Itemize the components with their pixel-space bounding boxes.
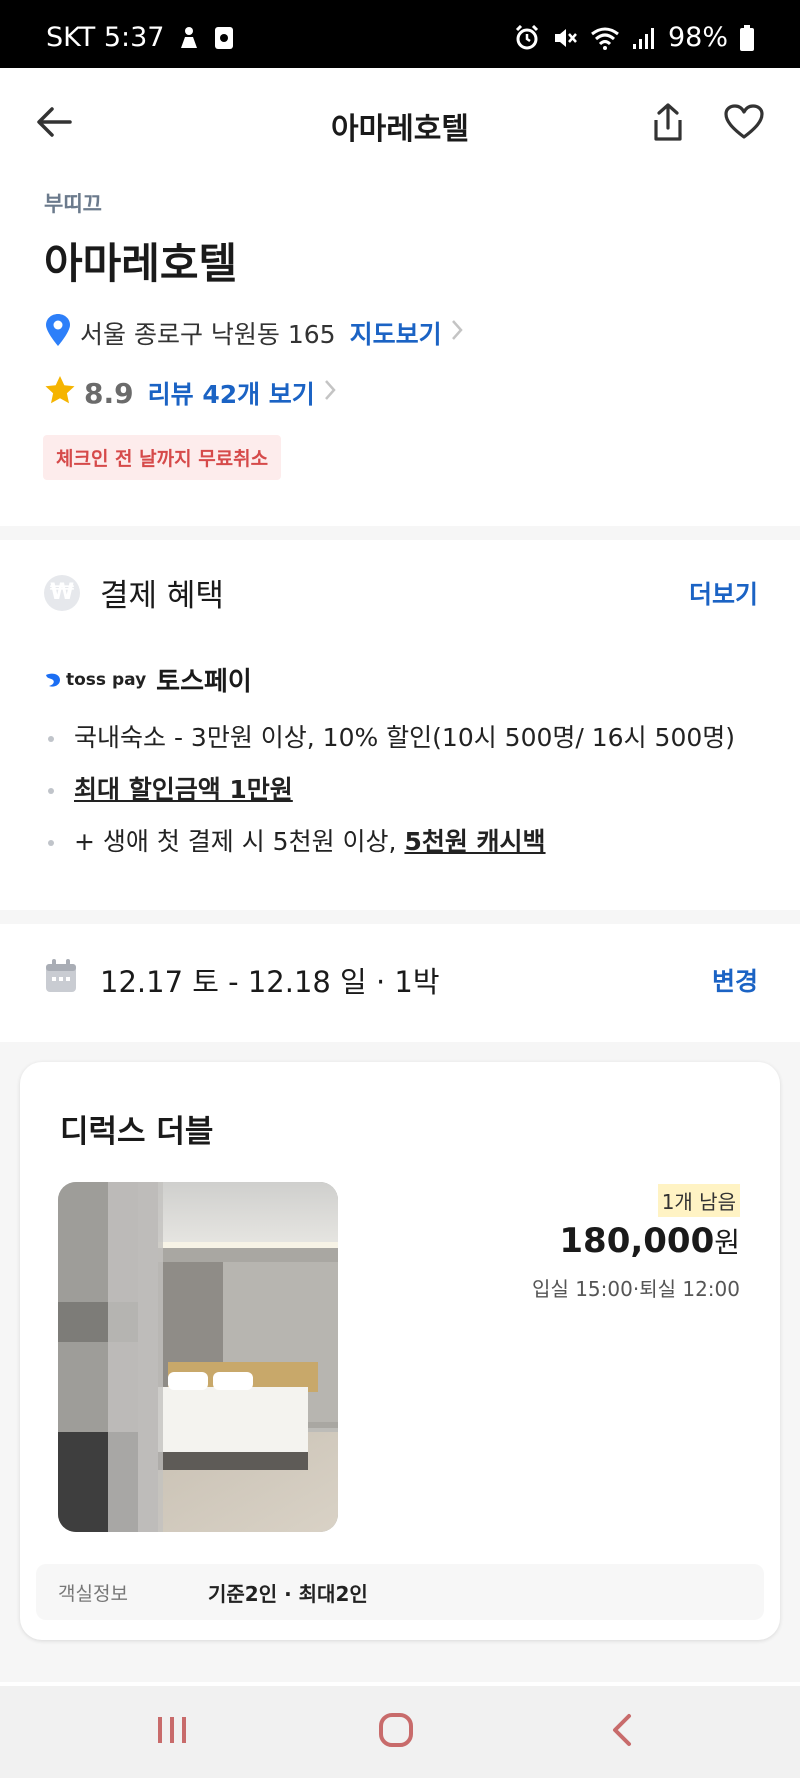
change-dates-button[interactable]: 변경 <box>712 962 758 998</box>
chevron-right-icon <box>450 318 464 348</box>
share-button[interactable] <box>646 102 690 146</box>
stay-dates: 12.17 토 - 12.18 일 · 1박 <box>100 964 440 999</box>
person-icon <box>178 26 200 50</box>
heart-icon <box>724 104 764 144</box>
recents-button[interactable] <box>142 1706 202 1758</box>
recorder-icon <box>214 26 234 50</box>
section-divider <box>0 526 800 540</box>
rating-row: 8.9 리뷰 42개 보기 <box>44 375 764 411</box>
battery-percent: 98% <box>667 22 728 53</box>
like-button[interactable] <box>722 102 766 146</box>
stay-dates-row: 12.17 토 - 12.18 일 · 1박 변경 <box>44 958 758 1001</box>
toss-pay-logo: toss pay <box>44 670 146 690</box>
status-bar: SKT 5:37 98% <box>0 0 800 68</box>
benefits-title: 결제 혜택 <box>100 578 224 614</box>
provider-name: 토스페이 <box>156 667 252 697</box>
room-price: 180,000원 <box>559 1221 740 1261</box>
hotel-category: 부띠끄 <box>44 192 102 216</box>
section-divider <box>0 910 800 924</box>
alarm-icon <box>514 24 540 51</box>
won-icon: ₩ <box>44 574 80 611</box>
address-row: 서울 종로구 낙원동 165 지도보기 <box>44 313 764 353</box>
map-link[interactable]: 지도보기 <box>350 315 442 351</box>
wifi-icon <box>590 26 620 50</box>
benefits-list: 국내숙소 - 3만원 이상, 10% 할인(10시 500명/ 16시 500명… <box>44 712 758 868</box>
more-button[interactable]: 더보기 <box>689 575 758 611</box>
signal-icon <box>632 26 656 50</box>
hotel-info: 부띠끄 아마레호텔 서울 종로구 낙원동 165 지도보기 8.9 리뷰 42개… <box>44 188 764 411</box>
room-photo[interactable] <box>58 1182 338 1532</box>
back-icon <box>610 1713 634 1751</box>
recents-icon <box>155 1714 189 1750</box>
battery-icon <box>740 24 754 51</box>
cashback-prefix: + 생애 첫 결제 시 5천원 이상, <box>74 827 405 856</box>
rooms-left-badge: 1개 남음 <box>657 1184 740 1217</box>
system-nav-bar <box>0 1686 800 1778</box>
rating-score: 8.9 <box>84 376 134 410</box>
price-box: 1개 남음 180,000원 입실 15:00·퇴실 12:00 <box>532 1184 740 1302</box>
location-pin-icon <box>44 313 72 353</box>
free-cancel-badge: 체크인 전 날까지 무료취소 <box>43 435 282 480</box>
room-card[interactable]: 디럭스 더블 1개 남음 180,000원 입실 15:00·퇴실 12:00 … <box>20 1062 780 1640</box>
reviews-link[interactable]: 리뷰 42개 보기 <box>148 375 315 411</box>
currency: 원 <box>714 1226 740 1259</box>
room-occupancy: 기준2인 · 최대2인 <box>208 1581 368 1606</box>
chevron-right-icon <box>323 378 337 408</box>
home-icon <box>378 1712 414 1752</box>
room-info-row: 객실정보 기준2인 · 최대2인 <box>36 1564 764 1620</box>
star-icon <box>44 375 76 411</box>
list-item: + 생애 첫 결제 시 5천원 이상, 5천원 캐시백 <box>44 816 758 868</box>
nav-back-button[interactable] <box>592 1706 652 1758</box>
hotel-address: 서울 종로구 낙원동 165 <box>80 320 336 349</box>
carrier-time: SKT 5:37 <box>46 22 165 53</box>
max-discount-text: 최대 할인금액 1만원 <box>74 775 293 804</box>
room-info-label: 객실정보 <box>58 1582 128 1605</box>
list-item: 국내숙소 - 3만원 이상, 10% 할인(10시 500명/ 16시 500명… <box>44 712 758 764</box>
top-app-bar: 아마레호텔 <box>0 68 800 178</box>
room-name: 디럭스 더블 <box>60 1114 214 1150</box>
payment-benefits-section: ₩ 결제 혜택 더보기 toss pay 토스페이 국내숙소 - 3만원 이상,… <box>44 570 758 868</box>
cashback-text: 5천원 캐시백 <box>404 827 546 856</box>
hotel-name: 아마레호텔 <box>44 239 238 288</box>
list-item: 최대 할인금액 1만원 <box>44 764 758 816</box>
mute-icon <box>552 25 578 51</box>
checkin-checkout-times: 입실 15:00·퇴실 12:00 <box>532 1277 740 1301</box>
share-icon <box>650 102 686 146</box>
calendar-icon <box>44 958 78 1001</box>
home-button[interactable] <box>366 1706 426 1758</box>
